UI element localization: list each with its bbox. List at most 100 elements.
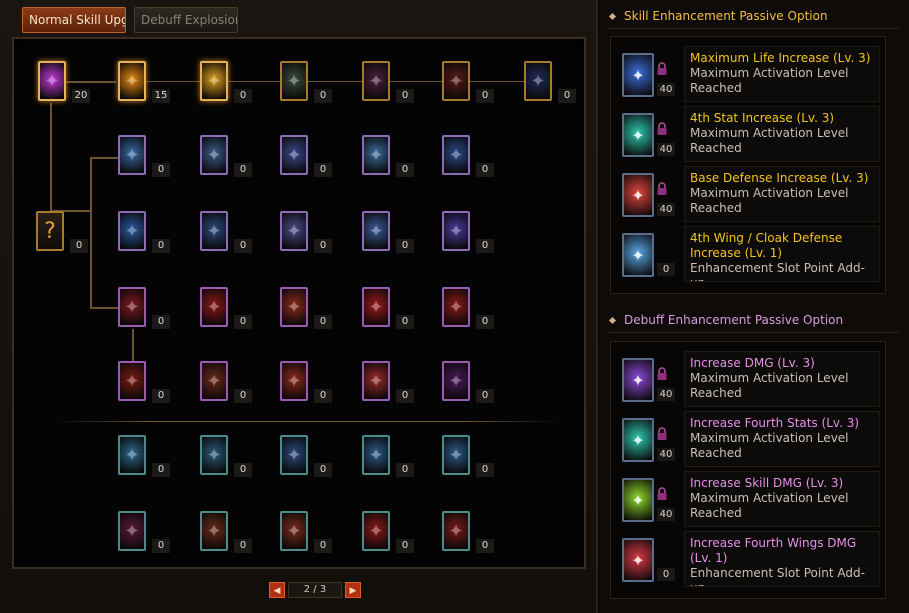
wing-icon: ✦ — [622, 233, 654, 277]
skill-node[interactable]: ✦ 0 — [200, 361, 252, 403]
skill-level-badge: 0 — [476, 89, 494, 103]
skill-level-badge: 0 — [396, 463, 414, 477]
skill-icon: ✦ — [286, 444, 302, 466]
option-level-badge: 40 — [657, 203, 675, 216]
skill-node[interactable]: ✦ 0 — [118, 361, 170, 403]
skill-node[interactable]: ✦ 0 — [200, 211, 252, 253]
skill-level-badge: 0 — [476, 389, 494, 403]
skill-node[interactable]: ✦ 0 — [280, 435, 332, 477]
option-text: 4th Wing / Cloak Defense Increase (Lv. 1… — [684, 226, 880, 282]
skill-node[interactable]: ✦ 0 — [442, 511, 494, 553]
skill-level-badge: 0 — [234, 163, 252, 177]
skill-node[interactable]: ✦ 0 — [442, 361, 494, 403]
skill-node[interactable]: ✦ 0 — [118, 287, 170, 329]
mystery-skill-node[interactable]: ? 0 — [36, 211, 88, 253]
passive-option[interactable]: ✦ 40 4th Stat Increase (Lv. 3) Maximum Acti… — [614, 106, 884, 162]
skill-icon: ✦ — [368, 520, 384, 542]
skill-node[interactable]: ✦ 0 — [442, 287, 494, 329]
next-page-button[interactable]: ▶ — [345, 582, 361, 598]
skill-icon: ✦ — [368, 370, 384, 392]
section-divider — [608, 332, 898, 333]
skill-icon: ✦ — [286, 520, 302, 542]
tree-divider — [54, 421, 560, 422]
skill-level-badge: 0 — [234, 389, 252, 403]
skill-icon: ✦ — [206, 370, 222, 392]
passive-option[interactable]: ✦ 40 Increase Fourth Stats (Lv. 3) Maximum … — [614, 411, 884, 467]
passive-option[interactable]: ✦ 40 Increase Skill DMG (Lv. 3) Maximum Act… — [614, 471, 884, 527]
skill-node[interactable]: ✦ 0 — [118, 211, 170, 253]
stat-icon: ✦ — [622, 418, 654, 462]
option-description: Maximum Activation Level Reached — [690, 491, 849, 520]
skill-node[interactable]: ✦ 0 — [200, 61, 252, 103]
option-level-badge: 40 — [657, 448, 675, 461]
option-level-badge: 40 — [657, 388, 675, 401]
lock-icon — [657, 487, 667, 500]
skill-node[interactable]: ✦ 0 — [524, 61, 576, 103]
skill-level-badge: 0 — [314, 315, 332, 329]
skill-level-badge: 0 — [152, 463, 170, 477]
skill-node[interactable]: ✦ 0 — [118, 435, 170, 477]
passive-option[interactable]: ✦ 40 Maximum Life Increase (Lv. 3) Maximum … — [614, 46, 884, 102]
skill-level-badge: 0 — [314, 389, 332, 403]
skill-level-badge: 0 — [314, 463, 332, 477]
skill-node[interactable]: ✦ 0 — [442, 135, 494, 177]
option-description: Maximum Activation Level Reached — [690, 371, 849, 400]
passive-option[interactable]: ✦ 40 Base Defense Increase (Lv. 3) Maximum … — [614, 166, 884, 222]
skill-node[interactable]: ✦ 0 — [280, 135, 332, 177]
tree-connector-line — [132, 329, 134, 361]
option-text: Base Defense Increase (Lv. 3) Maximum Act… — [684, 166, 880, 222]
tree-connector-line — [90, 157, 92, 307]
skill-level-badge: 0 — [152, 315, 170, 329]
skill-icon: ✦ — [448, 70, 464, 92]
skill-node[interactable]: ✦ 0 — [280, 287, 332, 329]
skill-node[interactable]: ✦ 15 — [118, 61, 170, 103]
lock-icon — [657, 122, 667, 135]
tree-connector-line — [90, 157, 118, 159]
stat-icon: ✦ — [622, 113, 654, 157]
skill-node[interactable]: ✦ 0 — [118, 135, 170, 177]
skill-node[interactable]: ✦ 0 — [442, 211, 494, 253]
skill-icon: ✦ — [206, 444, 222, 466]
tree-connector-line — [90, 307, 118, 309]
skill-node[interactable]: ✦ 0 — [200, 511, 252, 553]
skill-node[interactable]: ✦ 0 — [118, 511, 170, 553]
skill-node[interactable]: ✦ 0 — [362, 435, 414, 477]
skill-node[interactable]: ✦ 0 — [442, 61, 494, 103]
skill-level-badge: 0 — [558, 89, 576, 103]
skill-node[interactable]: ✦ 0 — [362, 361, 414, 403]
skill-icon: ✦ — [286, 296, 302, 318]
skill-node[interactable]: ✦ 20 — [38, 61, 90, 103]
tab-normal-skill-upgrade[interactable]: Normal Skill Upgi — [22, 7, 126, 33]
skill-node[interactable]: ✦ 0 — [442, 435, 494, 477]
prev-page-button[interactable]: ◀ — [269, 582, 285, 598]
skill-node[interactable]: ✦ 0 — [200, 135, 252, 177]
skill-node[interactable]: ✦ 0 — [200, 287, 252, 329]
skill-level-badge: 0 — [152, 239, 170, 253]
skill-node[interactable]: ✦ 0 — [200, 435, 252, 477]
skill-node[interactable]: ✦ 0 — [280, 361, 332, 403]
skill-icon: ✦ — [206, 144, 222, 166]
skill-node[interactable]: ✦ 0 — [362, 211, 414, 253]
skill-level-badge: 0 — [234, 539, 252, 553]
skill-icon: ✦ — [124, 296, 140, 318]
skill-icon: ✦ — [448, 520, 464, 542]
tab-debuff-explosion[interactable]: Debuff Explosion — [134, 7, 238, 33]
skill-node[interactable]: ✦ 0 — [280, 61, 332, 103]
skill-node[interactable]: ✦ 0 — [362, 135, 414, 177]
skill-node[interactable]: ✦ 0 — [280, 211, 332, 253]
skill-icon: ✦ — [448, 370, 464, 392]
option-level-badge: 40 — [657, 508, 675, 521]
skill-enhancement-title: Skill Enhancement Passive Option — [624, 9, 828, 23]
passive-option[interactable]: ✦ 0 Increase Fourth Wings DMG (Lv. 1) Enhan… — [614, 531, 884, 587]
skill-level-badge: 0 — [314, 239, 332, 253]
skill-node[interactable]: ✦ 0 — [280, 511, 332, 553]
option-description: Maximum Activation Level Reached — [690, 126, 849, 155]
passive-option[interactable]: ✦ 40 Increase DMG (Lv. 3) Maximum Activatio… — [614, 351, 884, 407]
passive-option[interactable]: ✦ 0 4th Wing / Cloak Defense Increase (Lv.… — [614, 226, 884, 282]
option-level-badge: 0 — [657, 568, 675, 581]
skill-node[interactable]: ✦ 0 — [362, 61, 414, 103]
option-title: Increase DMG (Lv. 3) — [690, 356, 815, 370]
skill-node[interactable]: ✦ 0 — [362, 511, 414, 553]
skill-icon: ✦ — [368, 144, 384, 166]
skill-node[interactable]: ✦ 0 — [362, 287, 414, 329]
